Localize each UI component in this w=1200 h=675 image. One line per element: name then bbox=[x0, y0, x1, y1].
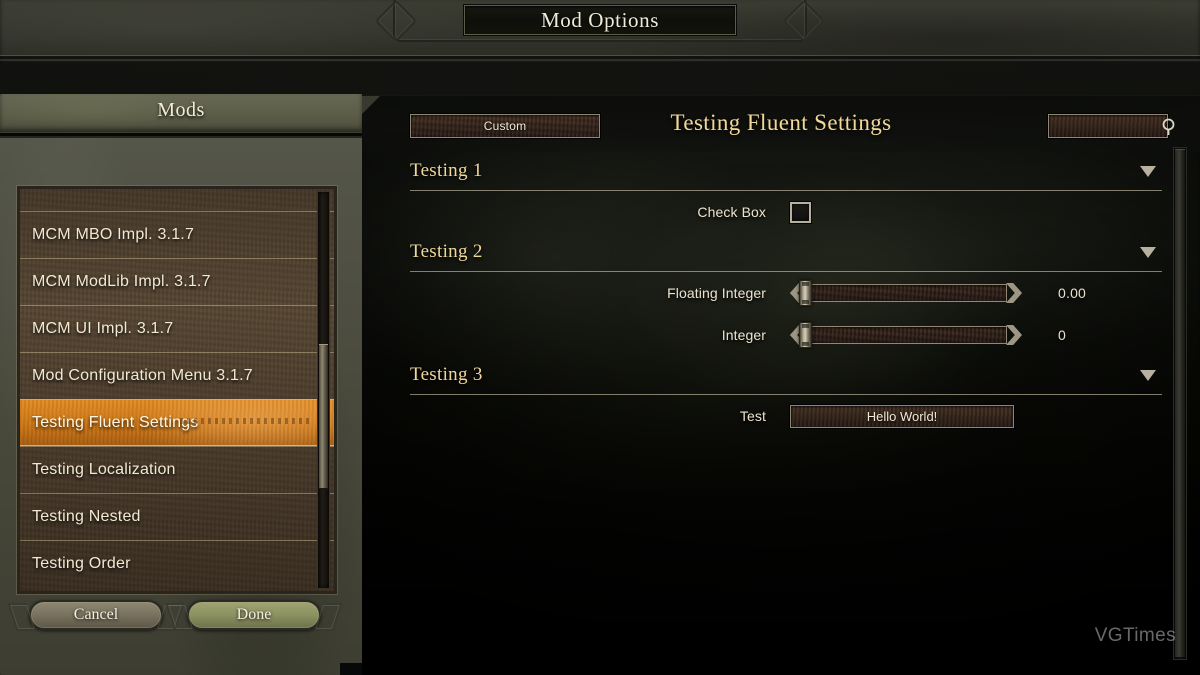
mod-list-scroll-area[interactable]: MCM MBO Impl. 3.1.7 MCM ModLib Impl. 3.1… bbox=[20, 189, 334, 591]
setting-label: Check Box bbox=[697, 204, 766, 220]
slider-right-arrow-icon[interactable] bbox=[1006, 283, 1022, 303]
chevron-down-icon[interactable] bbox=[1140, 166, 1156, 177]
cancel-button[interactable]: Cancel bbox=[29, 600, 163, 630]
sidebar-header-label: Mods bbox=[157, 99, 205, 121]
list-item[interactable]: Testing Order bbox=[20, 540, 334, 587]
done-button[interactable]: Done bbox=[187, 600, 321, 630]
sidebar-header: Mods bbox=[0, 94, 362, 132]
checkbox-input[interactable] bbox=[790, 201, 811, 223]
settings-content: Testing 1 Check Box Testing 2 Floating I… bbox=[410, 152, 1162, 675]
list-item[interactable]: Testing Localization bbox=[20, 446, 334, 493]
section-header-label: Testing 2 bbox=[410, 241, 483, 262]
slider-value: 0.00 bbox=[1058, 285, 1087, 301]
section-header[interactable]: Testing 1 bbox=[410, 152, 1162, 191]
mod-list-item-label: Testing Fluent Settings bbox=[32, 413, 199, 431]
mod-options-screen: Mod Options Mods MCM MBO Impl. 3.1.7 MCM… bbox=[0, 0, 1200, 675]
list-item[interactable]: MCM UI Impl. 3.1.7 bbox=[20, 305, 334, 352]
mod-list-item-label: Testing Order bbox=[32, 555, 131, 572]
setting-row-button: Test Hello World! bbox=[410, 395, 1162, 437]
settings-panel: Custom Testing Fluent Settings Testing 1… bbox=[362, 96, 1200, 675]
search-input[interactable] bbox=[1048, 114, 1175, 138]
slider-track[interactable] bbox=[805, 326, 1007, 344]
list-item[interactable]: Mod Configuration Menu 3.1.7 bbox=[20, 352, 334, 399]
mod-list-item-label: Mod Configuration Menu 3.1.7 bbox=[32, 367, 253, 384]
slider-handle[interactable] bbox=[799, 280, 812, 306]
section-header-label: Testing 1 bbox=[410, 160, 483, 181]
slider-value: 0 bbox=[1058, 327, 1066, 343]
section-header[interactable]: Testing 2 bbox=[410, 233, 1162, 272]
search-icon[interactable] bbox=[1159, 116, 1181, 138]
window-title: Mod Options bbox=[540, 7, 660, 32]
section-header[interactable]: Testing 3 bbox=[410, 356, 1162, 395]
setting-control bbox=[790, 322, 1022, 348]
setting-label: Test bbox=[739, 408, 766, 424]
setting-control bbox=[790, 280, 1022, 306]
setting-control: Hello World! bbox=[790, 404, 1014, 428]
slider-float[interactable] bbox=[790, 280, 1022, 306]
header-divider bbox=[0, 55, 1200, 61]
settings-scrollbar-thumb[interactable] bbox=[1175, 149, 1185, 658]
mod-list-item-label: MCM ModLib Impl. 3.1.7 bbox=[32, 273, 211, 290]
setting-label: Integer bbox=[721, 327, 766, 343]
chevron-down-icon[interactable] bbox=[1140, 370, 1156, 381]
sidebar-corner-cut bbox=[340, 663, 362, 675]
setting-row-slider: Integer 0 bbox=[410, 314, 1162, 356]
mod-list-scrollbar-thumb[interactable] bbox=[319, 344, 328, 489]
mod-list-item-label: Testing Nested bbox=[32, 508, 141, 525]
setting-label: Floating Integer bbox=[667, 285, 766, 301]
setting-row-checkbox: Check Box bbox=[410, 191, 1162, 233]
section-header-label: Testing 3 bbox=[410, 364, 483, 385]
mod-list-item-label: MCM UI Impl. 3.1.7 bbox=[32, 320, 174, 337]
setting-control bbox=[790, 201, 811, 223]
slider-integer[interactable] bbox=[790, 322, 1022, 348]
watermark: VGTimes bbox=[1094, 625, 1176, 646]
slider-track[interactable] bbox=[805, 284, 1007, 302]
mod-list-scrollbar[interactable] bbox=[317, 191, 330, 589]
mod-list-panel: MCM MBO Impl. 3.1.7 MCM ModLib Impl. 3.1… bbox=[17, 186, 337, 594]
slider-right-arrow-icon[interactable] bbox=[1006, 325, 1022, 345]
list-item[interactable]: MCM ModLib Impl. 3.1.7 bbox=[20, 258, 334, 305]
hello-world-button-label: Hello World! bbox=[866, 408, 938, 424]
slider-handle[interactable] bbox=[799, 322, 812, 348]
settings-scrollbar[interactable] bbox=[1173, 147, 1187, 660]
selection-texture-streak bbox=[180, 418, 310, 424]
mod-list-item-label: MCM MBO Impl. 3.1.7 bbox=[32, 226, 195, 243]
list-item[interactable]: Testing Nested bbox=[20, 493, 334, 540]
sidebar: Mods MCM MBO Impl. 3.1.7 MCM ModLib Impl… bbox=[0, 62, 362, 675]
chevron-down-icon[interactable] bbox=[1140, 247, 1156, 258]
list-item[interactable]: MCM MBO Impl. 3.1.7 bbox=[20, 211, 334, 258]
mod-list-item-label: Testing Localization bbox=[32, 461, 176, 478]
setting-row-slider: Floating Integer 0.00 bbox=[410, 272, 1162, 314]
list-item-selected[interactable]: Testing Fluent Settings bbox=[20, 399, 334, 446]
hello-world-button[interactable]: Hello World! bbox=[790, 404, 1014, 428]
cancel-button-label: Cancel bbox=[73, 606, 119, 623]
window-title-plate: Mod Options bbox=[464, 5, 736, 35]
sidebar-footer-buttons: Cancel Done bbox=[0, 600, 362, 634]
list-item-partial bbox=[20, 189, 334, 211]
done-button-label: Done bbox=[236, 606, 272, 623]
